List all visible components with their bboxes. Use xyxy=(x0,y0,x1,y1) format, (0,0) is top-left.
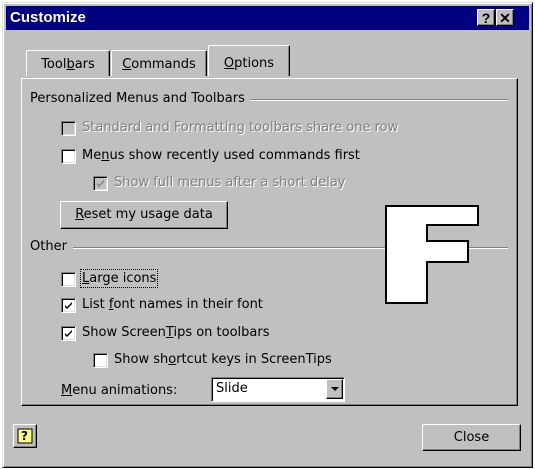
screentips-checkbox[interactable] xyxy=(61,326,76,341)
tab-commands[interactable]: Commands xyxy=(111,50,207,76)
other-group-label: Other xyxy=(30,239,73,254)
button-label-key: R xyxy=(75,207,84,222)
large-icons-label[interactable]: Large icons xyxy=(79,269,159,288)
customize-dialog: Customize ? ✕ Toolbars Commands Options … xyxy=(2,2,533,468)
checkmark-icon xyxy=(97,180,104,187)
checkmark-icon xyxy=(65,330,72,337)
tab-label: ars xyxy=(74,57,95,72)
help-icon-glyph: ? xyxy=(21,429,28,443)
label-part: Show Screen xyxy=(82,325,166,340)
menu-animations-select[interactable]: Slide xyxy=(211,377,345,402)
shortcut-keys-checkbox[interactable] xyxy=(93,353,108,368)
title-bar[interactable]: Customize ? ✕ xyxy=(6,6,529,30)
label-key: o xyxy=(168,352,177,367)
help-button[interactable]: ? xyxy=(477,9,495,26)
label-part: Me xyxy=(82,148,102,163)
label-key: M xyxy=(61,383,73,398)
close-button[interactable]: Close xyxy=(422,424,521,451)
font-names-label[interactable]: List font names in their font xyxy=(82,297,263,312)
label-part: List xyxy=(82,297,109,312)
tab-options[interactable]: Options xyxy=(208,45,290,76)
reset-usage-data-button[interactable]: Reset my usage data xyxy=(60,201,228,229)
tab-label-key: b xyxy=(66,57,75,72)
letter-f-overlay xyxy=(385,205,479,304)
label-part: Show sh xyxy=(114,352,169,367)
personalized-group-label: Personalized Menus and Toolbars xyxy=(30,91,251,106)
font-names-checkbox[interactable] xyxy=(61,298,76,313)
recent-commands-checkbox[interactable] xyxy=(61,149,76,164)
tab-label-key: O xyxy=(223,56,235,71)
screentips-label[interactable]: Show ScreenTips on toolbars xyxy=(82,325,270,340)
tab-label: Tool xyxy=(41,57,67,72)
close-window-button[interactable]: ✕ xyxy=(496,9,514,26)
label-part: us show recently used commands first xyxy=(109,148,360,163)
tab-label: ptions xyxy=(234,56,275,71)
full-menus-label: Show full menus after a short delay xyxy=(114,175,346,190)
standard-formatting-checkbox xyxy=(61,121,76,136)
standard-formatting-label: Standard and Formatting toolbars share o… xyxy=(82,120,399,135)
label-part: arge icons xyxy=(89,271,157,286)
label-part: ips on toolbars xyxy=(173,325,270,340)
button-label: eset my usage data xyxy=(83,207,213,222)
recent-commands-label[interactable]: Menus show recently used commands first xyxy=(82,148,360,163)
help-topic-button[interactable]: ? xyxy=(13,424,37,448)
window-title: Customize xyxy=(10,9,86,26)
tab-toolbars[interactable]: Toolbars xyxy=(26,50,110,76)
dropdown-arrow-button[interactable] xyxy=(326,379,343,399)
menu-animations-label: Menu animations: xyxy=(61,383,177,398)
large-icons-checkbox[interactable] xyxy=(61,272,76,287)
shortcut-keys-label[interactable]: Show shortcut keys in ScreenTips xyxy=(114,352,332,367)
label-part: enu animations: xyxy=(72,383,178,398)
label-part: ont names in their font xyxy=(113,297,263,312)
label-part: rtcut keys in ScreenTips xyxy=(176,352,332,367)
tab-label-key: C xyxy=(122,57,132,72)
tab-label: ommands xyxy=(131,57,196,72)
menu-animations-value: Slide xyxy=(216,381,248,396)
full-menus-checkbox xyxy=(93,176,108,191)
checkmark-icon xyxy=(65,302,72,309)
